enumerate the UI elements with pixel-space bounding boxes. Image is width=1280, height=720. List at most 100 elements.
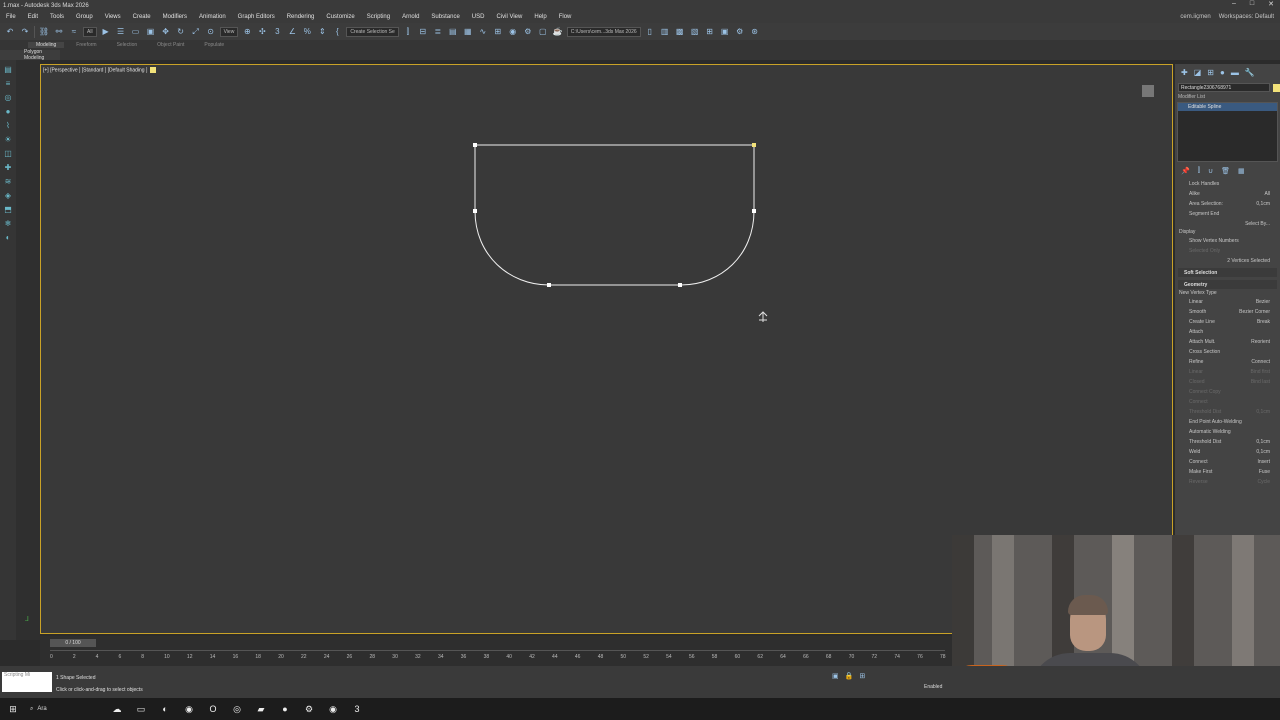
cameras-icon[interactable]: ◫ [2, 148, 14, 158]
panel-row[interactable]: Cross Section [1189, 347, 1270, 356]
panel-row[interactable]: Reverse Cycle [1189, 477, 1270, 486]
windows-start-icon[interactable]: ⊞ [6, 702, 20, 716]
align-icon[interactable]: ⊟ [417, 26, 429, 38]
opera-icon[interactable]: O [206, 702, 220, 716]
schematic-view-icon[interactable]: ⊞ [492, 26, 504, 38]
menu-item[interactable]: Create [127, 14, 157, 20]
snaps-toggle-icon[interactable]: 3 [271, 26, 283, 38]
panel-row[interactable]: Smooth Bezier Corner [1189, 307, 1270, 316]
object-name-field[interactable]: Rectangle2306768971 [1178, 83, 1270, 92]
reference-coordinate-dropdown[interactable]: View [219, 26, 239, 37]
helpers-icon[interactable]: ✚ [2, 162, 14, 172]
ribbon-tab[interactable]: Populate [196, 42, 232, 48]
show-end-result-icon[interactable]: ⫿ [1198, 167, 1200, 175]
spotify-icon[interactable]: ● [278, 702, 292, 716]
viewport-layout-icon[interactable]: ▥ [659, 26, 671, 38]
project-path-dropdown[interactable]: C:\Users\cem...3ds Max 2026 [566, 26, 641, 37]
edit-named-selection-icon[interactable]: { [331, 26, 343, 38]
scene-states-icon[interactable]: ▧ [689, 26, 701, 38]
make-unique-icon[interactable]: ∪ [1208, 167, 1213, 175]
workspace-selector[interactable]: Workspaces: Default [1219, 14, 1274, 20]
menu-item[interactable]: Views [99, 14, 127, 20]
scene-explorer-icon[interactable]: ▤ [447, 26, 459, 38]
soft-selection-rollout[interactable]: Soft Selection [1178, 268, 1277, 277]
close-icon[interactable]: ✕ [1268, 0, 1274, 8]
layers-icon[interactable]: ≡ [2, 78, 14, 88]
modify-tab-icon[interactable]: ◪ [1194, 68, 1202, 77]
systems-icon[interactable]: ◈ [2, 190, 14, 200]
select-by-name-icon[interactable]: ☰ [115, 26, 127, 38]
panel-row[interactable]: Threshold Dist 0,1cm [1189, 437, 1270, 446]
bind-spacewarp-icon[interactable]: ≈ [68, 26, 80, 38]
edge-icon[interactable]: ◐ [158, 702, 172, 716]
link-icon[interactable]: ⛓ [38, 26, 50, 38]
menu-item[interactable]: Modifiers [157, 14, 193, 20]
widgets-icon[interactable]: ☁ [110, 702, 124, 716]
rect-selection-icon[interactable]: ▭ [130, 26, 142, 38]
render-frame-icon[interactable]: ▢ [537, 26, 549, 38]
render-setup-icon[interactable]: ⚙ [522, 26, 534, 38]
redo-icon[interactable]: ↷ [19, 26, 31, 38]
panel-row[interactable]: Lock Handles [1189, 179, 1270, 188]
panel-row[interactable]: Attach Mult. Reorient [1189, 337, 1270, 346]
move-icon[interactable]: ✥ [160, 26, 172, 38]
panel-row[interactable]: Connect [1189, 397, 1270, 406]
task-view-icon[interactable]: ▭ [134, 702, 148, 716]
menu-item[interactable]: File [0, 14, 22, 20]
motion-tab-icon[interactable]: ● [1220, 68, 1225, 77]
menu-item[interactable]: Scripting [361, 14, 396, 20]
menu-item[interactable]: Animation [193, 14, 232, 20]
panel-row[interactable]: Create Line Break [1189, 317, 1270, 326]
isolate-icon[interactable]: ▣ [832, 672, 839, 680]
maxscript-listener[interactable]: Scripting Mi [2, 672, 52, 692]
menu-item[interactable]: Help [528, 14, 552, 20]
remove-modifier-icon[interactable]: 🗑 [1221, 167, 1230, 175]
modifier-list-dropdown[interactable]: Modifier List [1178, 94, 1277, 100]
containers-icon[interactable]: ⬒ [2, 204, 14, 214]
material-editor-icon[interactable]: ◉ [507, 26, 519, 38]
place-icon[interactable]: ⊙ [205, 26, 217, 38]
show-vertex-numbers-checkbox[interactable]: Show Vertex Numbers [1189, 236, 1270, 245]
render-active-icon[interactable]: ▣ [719, 26, 731, 38]
scene-explorer-icon[interactable]: ▤ [2, 64, 14, 74]
settings-icon[interactable]: ⚙ [734, 26, 746, 38]
panel-row[interactable]: End Point Auto-Welding [1189, 417, 1270, 426]
menu-item[interactable]: USD [466, 14, 491, 20]
panel-row[interactable]: Linear Bezier [1189, 297, 1270, 306]
angle-snap-icon[interactable]: ∠ [286, 26, 298, 38]
menu-item[interactable]: Group [70, 14, 99, 20]
chrome-alt-icon[interactable]: ◉ [326, 702, 340, 716]
menu-item[interactable]: Tools [44, 14, 70, 20]
lock-icon[interactable]: 🔒 [845, 672, 854, 680]
scale-icon[interactable]: ⤢ [190, 26, 202, 38]
menu-item[interactable]: Customize [320, 14, 360, 20]
panel-row[interactable]: Linear Bind first [1189, 367, 1270, 376]
menu-item[interactable]: Edit [22, 14, 44, 20]
save-icon[interactable]: ▩ [674, 26, 686, 38]
panel-row[interactable]: Threshold Dist 0,1cm [1189, 407, 1270, 416]
panel-row[interactable]: Automatic Welding [1189, 427, 1270, 436]
menu-item[interactable]: Arnold [396, 14, 425, 20]
panel-row[interactable]: Attach [1189, 327, 1270, 336]
minimize-icon[interactable]: – [1232, 0, 1236, 8]
file-explorer-icon[interactable]: ▰ [254, 702, 268, 716]
pin-stack-icon[interactable]: 📌 [1181, 167, 1190, 175]
ribbon-tab[interactable]: Selection [109, 42, 146, 48]
selection-filter-dropdown[interactable]: All [83, 26, 97, 37]
maximize-icon[interactable]: □ [1250, 0, 1254, 8]
spacewarps-icon[interactable]: ≋ [2, 176, 14, 186]
named-selection-dropdown[interactable]: Create Selection Se [346, 26, 399, 37]
hidden-icon[interactable]: ◐ [2, 232, 14, 242]
panel-row[interactable]: Select By... [1189, 219, 1270, 228]
pivot-icon[interactable]: ⊕ [241, 26, 253, 38]
menu-item[interactable]: Graph Editors [232, 14, 281, 20]
ribbon-toggle-icon[interactable]: ▦ [462, 26, 474, 38]
menu-item[interactable]: Flow [553, 14, 578, 20]
filter-icon[interactable]: ◎ [2, 92, 14, 102]
display-tab-icon[interactable]: ▬ [1231, 68, 1239, 77]
stack-item-editable-spline[interactable]: Editable Spline [1178, 103, 1277, 111]
menu-item[interactable]: Civil View [490, 14, 528, 20]
selected-only-checkbox[interactable]: Selected Only [1189, 246, 1270, 255]
panel-row[interactable]: Make First Fuse [1189, 467, 1270, 476]
3dsmax-taskbar-icon[interactable]: 3 [350, 702, 364, 716]
